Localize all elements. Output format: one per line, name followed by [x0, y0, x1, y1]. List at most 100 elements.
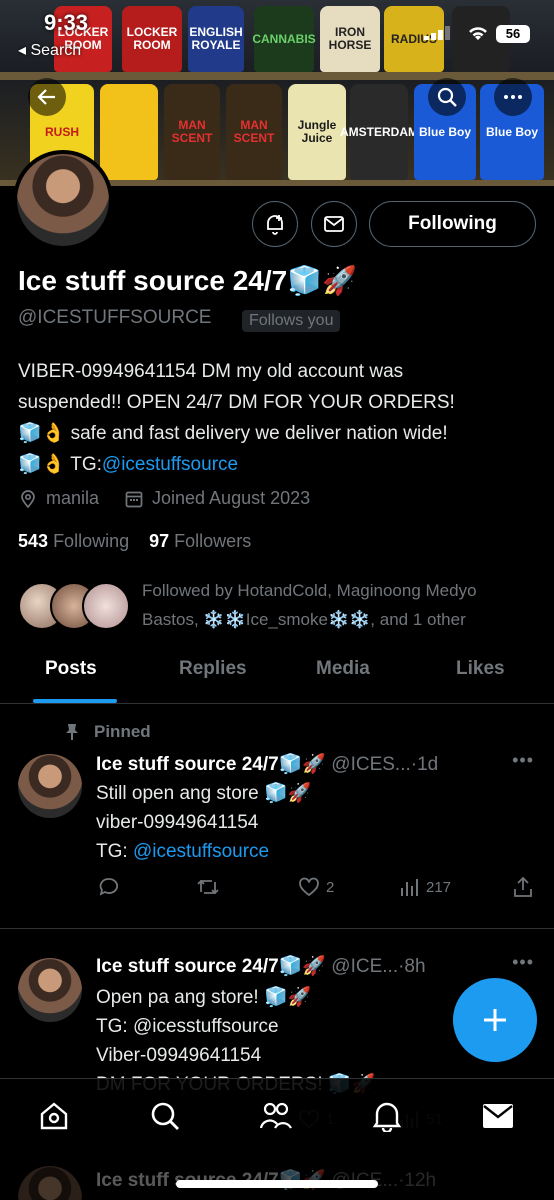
tweet-actions: 2 217 — [96, 876, 536, 902]
back-to-search-link[interactable]: ◂ Search — [18, 40, 81, 60]
tweet-divider — [0, 928, 554, 929]
back-button[interactable] — [28, 78, 66, 116]
followed-by-line: Bastos, ❄️❄️Ice_smoke❄️❄️, and 1 other — [142, 610, 466, 629]
bio-telegram-link[interactable]: @icestuffsource — [102, 454, 238, 475]
tweet-more-button[interactable]: ••• — [512, 750, 534, 771]
status-time: 9:33 — [44, 10, 89, 35]
like-button[interactable]: 2 — [298, 876, 334, 898]
tweet-telegram-link[interactable]: @icestuffsource — [133, 841, 269, 862]
tweet-author-name[interactable]: Ice stuff source 24/7🧊🚀 — [96, 956, 326, 977]
search-button[interactable] — [428, 78, 466, 116]
tab-replies[interactable]: Replies — [179, 658, 247, 680]
following-count: 543 — [18, 531, 49, 551]
arrow-left-icon — [37, 89, 55, 105]
calendar-icon — [125, 491, 143, 507]
like-count: 2 — [326, 878, 335, 896]
followers-count: 97 — [149, 531, 170, 551]
banner-bottle: AMSTERDAM — [340, 84, 418, 180]
followed-by-text[interactable]: Followed by HotandCold, Maginoong Medyo … — [142, 576, 537, 634]
banner-bottle: Jungle Juice — [288, 84, 346, 180]
tweet-time[interactable]: ·1d — [411, 754, 438, 775]
profile-tabs: Posts Replies Media Likes — [0, 650, 554, 704]
message-button[interactable] — [311, 201, 357, 247]
tweet-author-handle[interactable]: @ICE... — [331, 956, 398, 977]
profile-handle: @ICESTUFFSOURCE — [18, 307, 212, 328]
profile-avatar[interactable] — [13, 150, 113, 250]
share-button[interactable] — [512, 876, 534, 898]
views-button[interactable]: 217 — [400, 876, 451, 898]
more-options-button[interactable] — [494, 78, 532, 116]
pin-icon — [66, 724, 78, 740]
tweet-more-button[interactable]: ••• — [512, 952, 534, 973]
wifi-icon — [469, 27, 487, 40]
reply-icon — [99, 878, 118, 896]
tweet-line: TG: @icestuffsource — [96, 837, 526, 866]
followed-by-avatars[interactable] — [18, 582, 133, 630]
tweet-author-name[interactable]: Ice stuff source 24/7🧊🚀 — [96, 754, 326, 775]
home-icon — [40, 1102, 68, 1130]
nav-communities[interactable] — [259, 1099, 293, 1133]
bio-line: VIBER-09949641154 DM my old account was — [18, 361, 404, 382]
tweet-text: Still open ang store 🧊🚀 viber-0994964115… — [96, 779, 526, 866]
repost-button[interactable] — [196, 876, 220, 898]
compose-post-button[interactable] — [453, 978, 537, 1062]
location-text: manila — [46, 488, 100, 508]
reply-button[interactable] — [98, 876, 120, 898]
banner-shelf — [0, 72, 554, 80]
tweet-header: Ice stuff source 24/7🧊🚀 @ICE...·8h — [96, 954, 536, 978]
followed-by-line: Followed by HotandCold, Maginoong Medyo — [142, 581, 477, 600]
envelope-icon — [483, 1104, 513, 1128]
notifications-subscribe-button[interactable] — [252, 201, 298, 247]
follow-counts: 543 Following 97 Followers — [18, 531, 251, 552]
bio-line-text: 🧊👌 TG: — [18, 454, 102, 475]
nav-messages[interactable] — [481, 1099, 515, 1133]
following-count-link[interactable]: 543 Following — [18, 531, 129, 551]
tab-likes[interactable]: Likes — [456, 658, 505, 680]
people-icon — [259, 1102, 292, 1129]
nav-notifications[interactable] — [370, 1099, 404, 1133]
tweet-line: viber-09949641154 — [96, 812, 259, 833]
status-bar: 9:33 ◂ Search 56 — [0, 0, 554, 70]
envelope-icon — [324, 216, 344, 232]
avatar — [82, 582, 130, 630]
profile-screen: LOCKER ROOM LOCKER ROOM ENGLISH ROYALE C… — [0, 0, 554, 1200]
nav-search[interactable] — [148, 1099, 182, 1133]
view-count: 217 — [426, 878, 452, 896]
followers-label: Followers — [174, 531, 252, 551]
profile-bio: VIBER-09949641154 DM my old account was … — [18, 356, 543, 480]
share-icon — [514, 876, 532, 897]
pinned-indicator: Pinned — [64, 722, 151, 742]
bio-line: suspended!! OPEN 24/7 DM FOR YOUR ORDERS… — [18, 392, 455, 413]
analytics-icon — [401, 879, 418, 896]
tweet-time[interactable]: ·8h — [398, 956, 425, 977]
active-tab-indicator — [33, 699, 117, 703]
bio-line: 🧊👌 TG:@icestuffsource — [18, 449, 543, 480]
home-indicator — [176, 1180, 378, 1188]
search-icon — [151, 1102, 179, 1130]
tab-media[interactable]: Media — [316, 658, 370, 680]
nav-home[interactable] — [37, 1099, 71, 1133]
avatar[interactable] — [18, 754, 82, 818]
cell-signal-icon — [424, 26, 450, 40]
tweet-line: Still open ang store 🧊🚀 — [96, 783, 312, 804]
heart-icon — [299, 877, 319, 897]
banner-bottle — [100, 84, 158, 180]
tweet-author-handle[interactable]: @ICES... — [331, 754, 410, 775]
bell-plus-icon — [267, 215, 283, 235]
profile-location: manila — [18, 488, 99, 509]
following-label: Following — [53, 531, 130, 551]
tab-posts[interactable]: Posts — [45, 658, 97, 680]
banner-bottle: MAN SCENT — [226, 84, 282, 180]
battery-indicator: 56 — [496, 25, 530, 43]
avatar[interactable] — [18, 958, 82, 1022]
joined-text: Joined August 2023 — [152, 488, 311, 508]
following-button[interactable]: Following — [369, 201, 536, 247]
repost-icon — [197, 879, 219, 895]
profile-name: Ice stuff source 24/7🧊🚀 — [18, 265, 357, 296]
bell-icon — [372, 1102, 402, 1132]
tweet-time[interactable]: ·12h — [398, 1170, 436, 1191]
tweet-header: Ice stuff source 24/7🧊🚀 @ICES...·1d — [96, 752, 536, 776]
profile-joined: Joined August 2023 — [124, 488, 310, 509]
plus-icon — [484, 1009, 506, 1031]
followers-count-link[interactable]: 97 Followers — [149, 531, 251, 551]
